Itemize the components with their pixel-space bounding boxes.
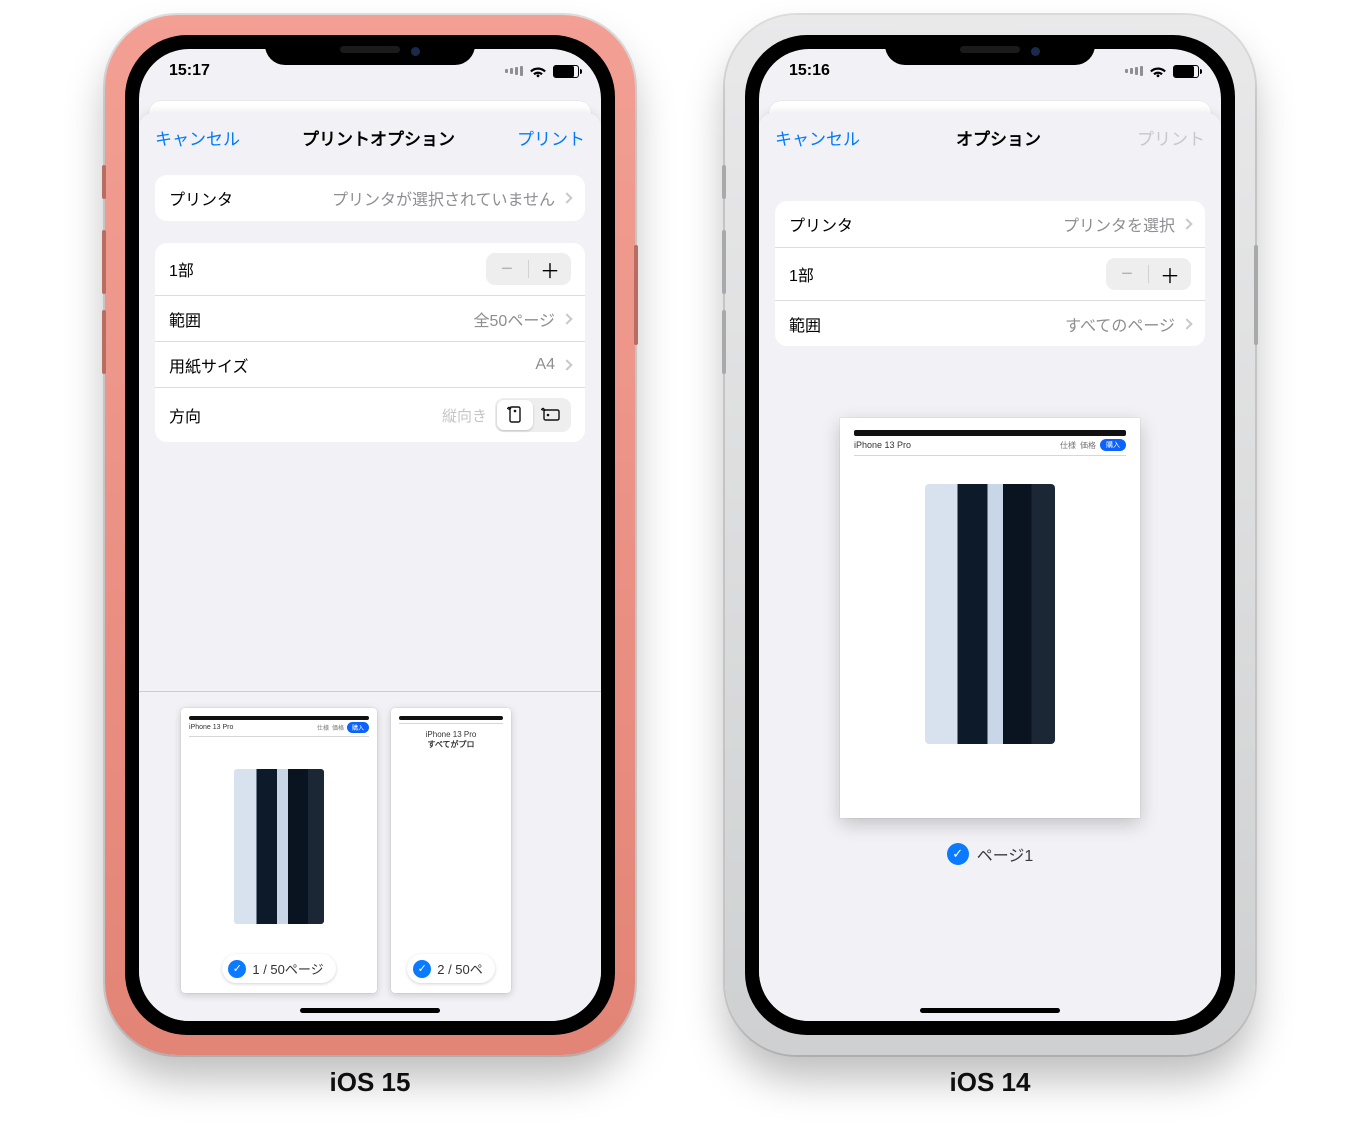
sheet-title: オプション [860,125,1137,150]
copies-stepper: − ＋ [486,253,571,285]
preview-pill: 購入 [347,722,369,733]
phone-frame-ios14: 15:16 キャンセル オプション プリント [725,15,1255,1055]
page-badge[interactable]: ✓ 1 / 50ページ [222,954,335,983]
sheet-nav: キャンセル プリントオプション プリント [139,113,601,163]
chevron-right-icon [1181,218,1192,229]
stepper-plus-button[interactable]: ＋ [529,253,571,285]
print-sheet: キャンセル プリントオプション プリント プリンタ プリンタが選択されていません [139,113,601,1021]
copies-label: 1部 [789,262,814,286]
home-indicator[interactable] [920,1008,1060,1013]
printer-group: プリンタ プリンタが選択されていません [155,175,585,221]
stepper-minus-button[interactable]: − [486,253,528,285]
caption-ios14: iOS 14 [950,1067,1031,1098]
page-indicator[interactable]: ✓ ページ1 [759,842,1221,866]
notch [885,35,1095,65]
print-button[interactable]: プリント [1137,125,1205,150]
printer-value: プリンタが選択されていません [332,186,555,210]
page-badge-label: 1 / 50ページ [252,959,323,978]
printer-row[interactable]: プリンタ プリンタを選択 [775,201,1205,247]
orientation-label: 方向 [169,403,201,427]
battery-icon [1173,65,1199,78]
notch [265,35,475,65]
printer-row[interactable]: プリンタ プリンタが選択されていません [155,175,585,221]
orientation-hint: 縦向き [442,405,487,426]
page-badge[interactable]: ✓ 2 / 50ペ [407,954,495,983]
orientation-portrait-button[interactable] [497,400,533,430]
range-value: すべてのページ [1065,312,1175,336]
phone-frame-ios15: 15:17 キャンセル プリントオプション プリント [105,15,635,1055]
preview-page-title: iPhone 13 Pro [189,724,233,731]
copies-label: 1部 [169,257,194,281]
cellular-icon [505,66,523,76]
chevron-right-icon [561,192,572,203]
paper-size-value: A4 [535,356,555,374]
range-label: 範囲 [789,312,821,336]
page-preview-strip[interactable]: iPhone 13 Pro仕様価格購入 ✓1 / 50ページ [139,691,601,1021]
orientation-row: 方向 縦向き [155,387,585,442]
paper-size-row[interactable]: 用紙サイズ A4 [155,341,585,387]
preview-page-title: iPhone 13 Pro [426,730,477,739]
check-icon: ✓ [947,843,969,865]
sheet-nav: キャンセル オプション プリント [759,113,1221,163]
check-icon: ✓ [413,960,431,978]
print-sheet: キャンセル オプション プリント プリンタ プリンタを選択 1部 [759,113,1221,1021]
preview-thumbnail [925,484,1055,744]
chevron-right-icon [561,313,572,324]
paper-size-label: 用紙サイズ [169,353,249,377]
copies-row: 1部 − ＋ [155,243,585,295]
printer-label: プリンタ [169,186,233,210]
battery-icon [553,65,579,78]
copies-row: 1部 − ＋ [775,247,1205,300]
range-label: 範囲 [169,307,201,331]
sheet-title: プリントオプション [240,125,517,150]
caption-ios15: iOS 15 [330,1067,411,1098]
wifi-icon [529,65,547,78]
range-row[interactable]: 範囲 全50ページ [155,295,585,341]
chevron-right-icon [561,359,572,370]
range-value: 全50ページ [474,307,555,331]
cancel-button[interactable]: キャンセル [155,125,240,150]
preview-page-title: iPhone 13 Pro [854,440,911,450]
page-indicator-label: ページ1 [977,842,1034,866]
page-preview-1[interactable]: iPhone 13 Pro仕様価格購入 ✓1 / 50ページ [181,708,377,993]
settings-group: プリンタ プリンタを選択 1部 − ＋ [775,201,1205,346]
preview-pill: 購入 [1100,439,1126,451]
page-badge-label: 2 / 50ペ [437,959,483,978]
status-time: 15:16 [789,62,830,80]
cellular-icon [1125,66,1143,76]
printer-value: プリンタを選択 [1063,212,1175,236]
orientation-segmented [495,398,571,432]
copies-stepper: − ＋ [1106,258,1191,290]
page-preview-2[interactable]: iPhone 13 Proすべてがプロ ✓ 2 / 50ペ [391,708,511,993]
settings-group: 1部 − ＋ 範囲 全50ページ [155,243,585,442]
stepper-plus-button[interactable]: ＋ [1149,258,1191,290]
wifi-icon [1149,65,1167,78]
preview-page-subtitle: すべてがプロ [399,740,503,750]
cancel-button[interactable]: キャンセル [775,125,860,150]
range-row[interactable]: 範囲 すべてのページ [775,300,1205,346]
status-time: 15:17 [169,62,210,80]
stepper-minus-button[interactable]: − [1106,258,1148,290]
preview-thumbnail [234,769,324,924]
print-button[interactable]: プリント [517,125,585,150]
home-indicator[interactable] [300,1008,440,1013]
page-preview[interactable]: iPhone 13 Pro仕様価格購入 [840,418,1140,818]
check-icon: ✓ [228,960,246,978]
printer-label: プリンタ [789,212,853,236]
orientation-landscape-button[interactable] [533,400,569,430]
chevron-right-icon [1181,318,1192,329]
